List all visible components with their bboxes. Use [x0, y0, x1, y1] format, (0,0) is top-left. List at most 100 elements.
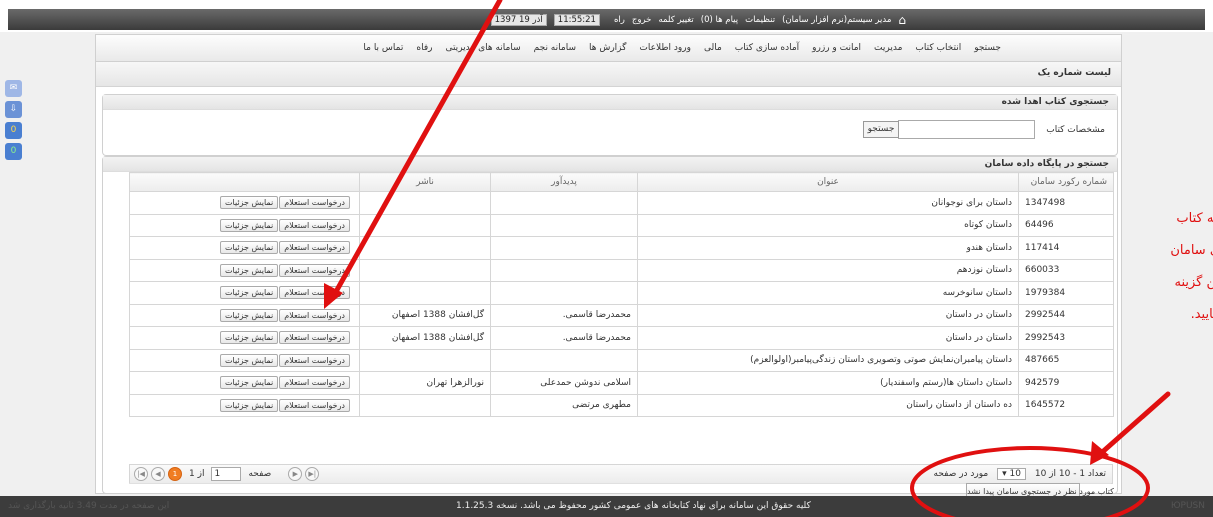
menu-item[interactable]: گزارش ها [589, 43, 626, 53]
cell-record-id: 1979384 [1018, 281, 1114, 305]
column-header [129, 172, 360, 192]
table-row[interactable]: نمایش جزئیات درخواست استعلام داستان پیامبر… [129, 348, 1114, 372]
menu-item[interactable]: تماس با ما [363, 43, 403, 53]
cell-publisher [359, 348, 491, 372]
cell-record-id: 1645572 [1018, 393, 1114, 417]
panel-title: جستجو در پایگاه داده سامان [984, 159, 1109, 169]
column-header-title[interactable]: عنوان [637, 172, 1019, 192]
row-actions: نمایش جزئیات درخواست استعلام [129, 213, 360, 237]
saman-search-panel: جستجو در پایگاه داده سامان ناشر پدیدآور … [102, 156, 1118, 494]
book-spec-input[interactable] [898, 120, 1035, 139]
details-button[interactable]: نمایش جزئیات [220, 398, 279, 412]
cell-title: داستان سانوخرسه [637, 281, 1019, 305]
row-actions: نمایش جزئیات درخواست استعلام [129, 281, 360, 305]
cell-record-id: 2992543 [1018, 326, 1114, 350]
table-row[interactable]: نمایش جزئیات درخواست استعلام داستان نوزدهم… [129, 258, 1114, 282]
per-page-select[interactable]: 10 ▾ [997, 468, 1026, 480]
last-page-button[interactable]: ▶| [305, 467, 320, 481]
table-row[interactable]: نمایش جزئیات درخواست استعلام داستان کوتاه 6… [129, 213, 1114, 237]
column-header-publisher[interactable]: ناشر [359, 172, 491, 192]
mail-icon[interactable]: ✉ [5, 80, 22, 97]
table-row[interactable]: نمایش جزئیات درخواست استعلام داستان هندو 11… [129, 236, 1114, 260]
table-row[interactable]: نمایش جزئیات درخواست استعلام گل‌افشان 1388… [129, 303, 1114, 327]
annotation-text: که کتاب ی سامان ین گزینه مایید. [1170, 203, 1213, 331]
table-row[interactable]: نمایش جزئیات درخواست استعلام گل‌افشان 1388… [129, 326, 1114, 350]
inquiry-button[interactable]: درخواست استعلام [279, 241, 350, 255]
inquiry-button[interactable]: درخواست استعلام [279, 218, 350, 232]
footer-mark: ЮРUSN [1170, 501, 1205, 511]
inquiry-button[interactable]: درخواست استعلام [279, 308, 350, 322]
panel-header: جستجو در پایگاه داده سامان [103, 157, 1117, 172]
load-time-note: این صفحه در مدت 3.49 ثانیه بارگذاری شد [8, 501, 170, 511]
inquiry-button[interactable]: درخواست استعلام [279, 286, 350, 300]
details-button[interactable]: نمایش جزئیات [220, 241, 279, 255]
pager-summary: تعداد 1 - 10 از 10 [1034, 469, 1106, 479]
page-input[interactable]: 1 [211, 467, 242, 481]
cell-author: مطهری مرتضی [490, 393, 638, 417]
menu-item[interactable]: جستجو [974, 43, 1001, 53]
inquiry-button[interactable]: درخواست استعلام [279, 196, 350, 210]
inquiry-button[interactable]: درخواست استعلام [279, 376, 350, 390]
prev-page-button[interactable]: ◀ [151, 467, 165, 481]
table-row[interactable]: نمایش جزئیات درخواست استعلام نورالزهرا تهر… [129, 371, 1114, 395]
per-page-value: 10 [1009, 469, 1021, 479]
cell-title: داستان در داستان [637, 303, 1019, 327]
table-row[interactable]: نمایش جزئیات درخواست استعلام مطهری مرتضی ده… [129, 393, 1114, 417]
help-link[interactable]: راه [614, 15, 625, 25]
menu-item[interactable]: ورود اطلاعات [639, 43, 691, 53]
table-row[interactable]: نمایش جزئیات درخواست استعلام داستان برای ن… [129, 191, 1114, 215]
menu-item[interactable]: مالی [704, 43, 722, 53]
table-row[interactable]: نمایش جزئیات درخواست استعلام داستان سانوخر… [129, 281, 1114, 305]
details-button[interactable]: نمایش جزئیات [220, 218, 279, 232]
counter-badge[interactable]: 0 [5, 122, 22, 139]
settings-link[interactable]: تنظیمات [745, 15, 775, 25]
logout-link[interactable]: خروج [632, 15, 652, 25]
details-button[interactable]: نمایش جزئیات [220, 308, 279, 322]
table-header-row: ناشر پدیدآور عنوان شماره رکورد سامان [129, 172, 1114, 192]
details-button[interactable]: نمایش جزئیات [220, 286, 279, 300]
change-password-link[interactable]: تغییر کلمه [658, 15, 693, 25]
inquiry-button[interactable]: درخواست استعلام [279, 353, 350, 367]
cell-record-id: 1347498 [1018, 191, 1114, 215]
inquiry-button[interactable]: درخواست استعلام [279, 263, 350, 277]
row-actions: نمایش جزئیات درخواست استعلام [129, 393, 360, 417]
details-button[interactable]: نمایش جزئیات [220, 376, 279, 390]
menu-item[interactable]: سامانه های مدیریتی [445, 43, 520, 53]
details-button[interactable]: نمایش جزئیات [220, 263, 279, 277]
download-icon[interactable]: ⇩ [5, 101, 22, 118]
inquiry-button[interactable]: درخواست استعلام [279, 331, 350, 345]
menu-item[interactable]: مدیریت [874, 43, 902, 53]
details-button[interactable]: نمایش جزئیات [220, 353, 279, 367]
column-header-author[interactable]: پدیدآور [490, 172, 638, 192]
cell-record-id: 942579 [1018, 371, 1114, 395]
cell-publisher: گل‌افشان 1388 اصفهان [359, 326, 491, 350]
inquiry-button[interactable]: درخواست استعلام [279, 398, 350, 412]
menu-item[interactable]: سامانه نجم [534, 43, 576, 53]
messages-link[interactable]: پیام ها (0) [701, 15, 738, 25]
details-button[interactable]: نمایش جزئیات [220, 331, 279, 345]
column-header-record-id[interactable]: شماره رکورد سامان [1018, 172, 1114, 192]
row-actions: نمایش جزئیات درخواست استعلام [129, 348, 360, 372]
menu-item[interactable]: رفاه [416, 43, 432, 53]
annotation-line: ی سامان [1170, 243, 1213, 258]
row-actions: نمایش جزئیات درخواست استعلام [129, 191, 360, 215]
main-shell: جستجو انتخاب کتاب مدیریت امانت و رزرو آماده … [95, 34, 1122, 501]
home-icon[interactable]: ⌂ [898, 14, 906, 26]
next-page-button[interactable]: ▶ [288, 467, 303, 481]
current-page-button[interactable]: 1 [168, 467, 182, 481]
horizontal-scrollbar[interactable] [129, 483, 1111, 492]
annotation-line: که کتاب [1176, 211, 1213, 226]
cell-author [490, 348, 638, 372]
menu-item[interactable]: انتخاب کتاب [915, 43, 961, 53]
cell-publisher [359, 281, 491, 305]
counter-badge[interactable]: 0 [5, 143, 22, 160]
cell-publisher [359, 393, 491, 417]
menu-item[interactable]: آماده سازی کتاب [735, 43, 799, 53]
first-page-button[interactable]: |◀ [134, 467, 148, 481]
copyright-text: کلیه حقوق این سامانه برای نهاد کتابخانه … [456, 501, 811, 511]
cell-author [490, 236, 638, 260]
menu-item[interactable]: امانت و رزرو [812, 43, 861, 53]
search-button[interactable]: جستجو [863, 121, 899, 138]
page-header: لیست شماره یک [96, 62, 1121, 87]
details-button[interactable]: نمایش جزئیات [220, 196, 279, 210]
